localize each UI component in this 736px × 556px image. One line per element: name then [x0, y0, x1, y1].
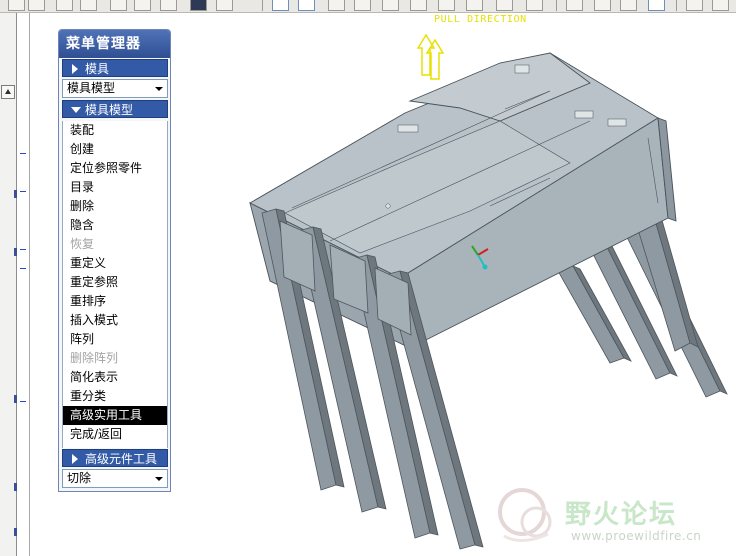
menu-section-mold-model[interactable]: 模具模型	[62, 100, 168, 118]
menu-item-done-return[interactable]: 完成/返回	[63, 425, 167, 444]
toolbar-button[interactable]	[298, 0, 315, 11]
toolbar	[0, 0, 736, 13]
mold-mode-select-value: 模具模型	[67, 81, 116, 95]
toolbar-button[interactable]	[328, 0, 345, 11]
mold-box	[249, 52, 677, 349]
menu-section-label: 模具模型	[85, 103, 134, 117]
sash-marker	[20, 249, 26, 250]
toolbar-button[interactable]	[28, 0, 45, 11]
toolbar-button[interactable]	[648, 0, 665, 11]
watermark-url: www.proewildfire.cn	[571, 529, 702, 543]
chevron-down-icon	[155, 477, 163, 481]
menu-manager-title: 菜单管理器	[59, 30, 170, 58]
toolbar-button[interactable]	[110, 0, 127, 11]
menu-item[interactable]: 创建	[63, 140, 167, 159]
toolbar-button[interactable]	[56, 0, 73, 11]
toolbar-button[interactable]	[216, 0, 233, 11]
sash-marker	[20, 191, 26, 192]
toolbar-button[interactable]	[272, 0, 289, 11]
toolbar-separator	[676, 0, 677, 11]
menu-section-adv-component-tools[interactable]: 高级元件工具	[62, 449, 168, 467]
collapse-arrow-icon	[71, 107, 81, 113]
menu-item[interactable]: 重定义	[63, 254, 167, 273]
mold-mode-select[interactable]: 模具模型	[62, 79, 168, 98]
toolbar-button[interactable]	[160, 0, 177, 11]
watermark-logo-icon	[498, 488, 552, 542]
toolbar-button[interactable]	[466, 0, 483, 11]
scroll-up-button[interactable]	[1, 85, 15, 99]
menu-item[interactable]: 装配	[63, 121, 167, 140]
menu-item: 恢复	[70, 237, 95, 251]
menu-item: 删除阵列	[70, 351, 119, 365]
toolbar-button[interactable]	[620, 0, 637, 11]
toolbar-button[interactable]	[594, 0, 611, 11]
toolbar-button[interactable]	[438, 0, 455, 11]
toolbar-button[interactable]	[712, 0, 729, 11]
mold-model-menu-list: 装配 创建 定位参照零件 目录 删除 隐含 恢复 重定义 重定参照 重排序 插入…	[62, 121, 168, 448]
menu-item[interactable]: 重定参照	[63, 273, 167, 292]
menu-item[interactable]: 插入模式	[63, 311, 167, 330]
menu-item[interactable]: 定位参照零件	[63, 159, 167, 178]
menu-item[interactable]: 目录	[63, 178, 167, 197]
chevron-down-icon	[155, 87, 163, 91]
menu-item[interactable]: 删除	[63, 197, 167, 216]
menu-item[interactable]: 简化表示	[63, 368, 167, 387]
toolbar-button[interactable]	[496, 0, 513, 11]
menu-section-label: 模具	[85, 62, 110, 76]
sash-marker	[20, 268, 26, 269]
toolbar-button[interactable]	[526, 0, 543, 11]
menu-manager-panel: 菜单管理器 模具 模具模型 模具模型 装配 创建 定位参照零件 目录 删除 隐含…	[58, 29, 171, 492]
sash-marker	[20, 153, 26, 154]
panel-sash[interactable]	[17, 13, 30, 556]
menu-item[interactable]: 重分类	[63, 387, 167, 406]
menu-section-mold[interactable]: 模具	[62, 59, 168, 77]
menu-item[interactable]: 隐含	[63, 216, 167, 235]
save-view-icon[interactable]	[190, 0, 207, 11]
pull-direction-arrow-icon	[416, 33, 445, 80]
zoom-in-icon[interactable]	[354, 0, 371, 11]
refit-icon[interactable]	[410, 0, 427, 11]
toolbar-button[interactable]	[80, 0, 97, 11]
cut-mode-select-value: 切除	[67, 471, 92, 485]
menu-item[interactable]: 重排序	[63, 292, 167, 311]
expand-arrow-icon	[72, 454, 78, 464]
menu-item-selected[interactable]: 高级实用工具	[63, 406, 167, 425]
toolbar-separator	[556, 0, 557, 11]
toolbar-button[interactable]	[134, 0, 151, 11]
menu-item[interactable]: 阵列	[63, 330, 167, 349]
expand-arrow-icon	[72, 64, 78, 74]
left-panel-strip	[0, 13, 17, 556]
pull-direction-label: PULL DIRECTION	[434, 14, 527, 25]
toolbar-button[interactable]	[686, 0, 703, 11]
sash-marker	[20, 401, 26, 402]
watermark-site-name: 野火论坛	[565, 500, 678, 530]
toolbar-button[interactable]	[566, 0, 583, 11]
menu-section-label: 高级元件工具	[85, 452, 158, 466]
zoom-out-icon[interactable]	[382, 0, 399, 11]
cut-mode-select[interactable]: 切除	[62, 469, 168, 488]
toolbar-button[interactable]	[8, 0, 25, 11]
toolbar-separator	[262, 0, 263, 11]
